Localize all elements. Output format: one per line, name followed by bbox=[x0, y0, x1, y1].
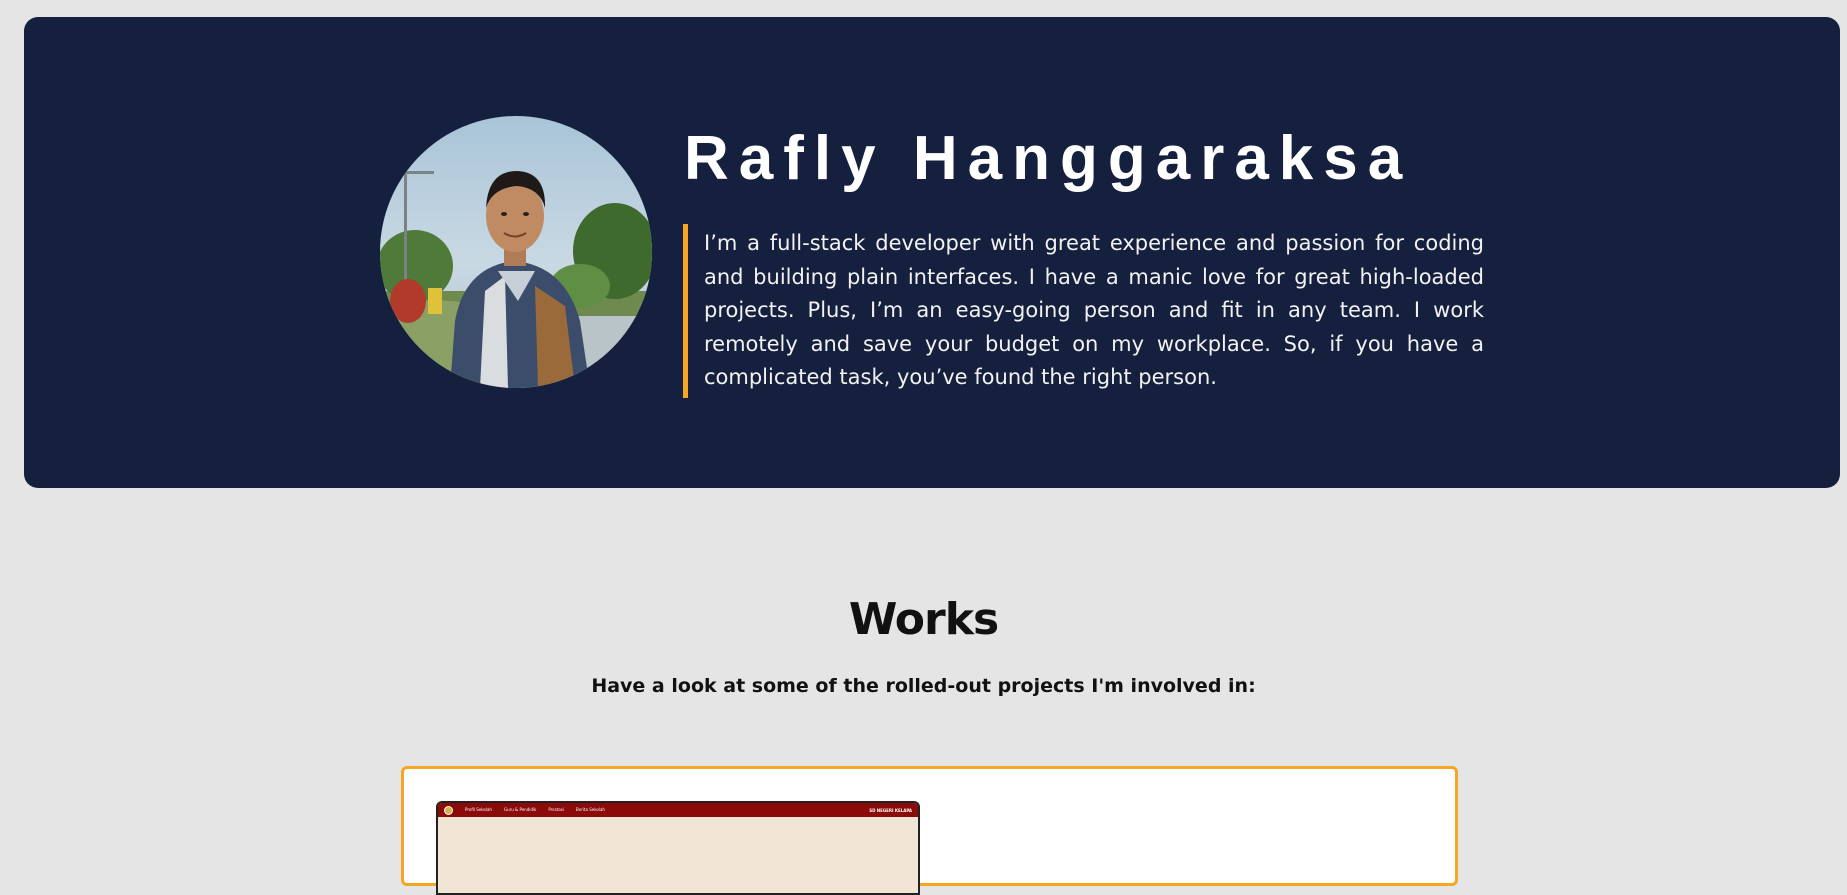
profile-photo-icon bbox=[380, 116, 652, 388]
project-card: Profil Sekolah Guru & Pendidik Prestasi … bbox=[401, 766, 1458, 895]
profile-name: Rafly Hanggaraksa bbox=[684, 124, 1413, 193]
profile-bio-text: I’m a full-stack developer with great ex… bbox=[704, 231, 1484, 390]
thumbnail-nav-brand: SD NEGERI KELAPA bbox=[869, 807, 912, 813]
works-title: Works bbox=[848, 594, 999, 645]
hero-section: Rafly Hanggaraksa I’m a full-stack devel… bbox=[24, 17, 1840, 488]
thumbnail-nav-link: Prestasi bbox=[548, 807, 564, 812]
thumbnail-navbar: Profil Sekolah Guru & Pendidik Prestasi … bbox=[438, 803, 918, 817]
profile-bio: I’m a full-stack developer with great ex… bbox=[683, 224, 1484, 398]
thumbnail-nav-link: Guru & Pendidik bbox=[503, 807, 537, 812]
thumbnail-nav-link: Berita Sekolah bbox=[576, 807, 605, 812]
thumbnail-nav-link: Profil Sekolah bbox=[465, 807, 492, 812]
project-thumbnail[interactable]: Profil Sekolah Guru & Pendidik Prestasi … bbox=[436, 801, 920, 895]
school-logo-icon bbox=[444, 805, 453, 815]
profile-avatar bbox=[380, 116, 652, 388]
works-subtitle: Have a look at some of the rolled-out pr… bbox=[591, 675, 1256, 697]
